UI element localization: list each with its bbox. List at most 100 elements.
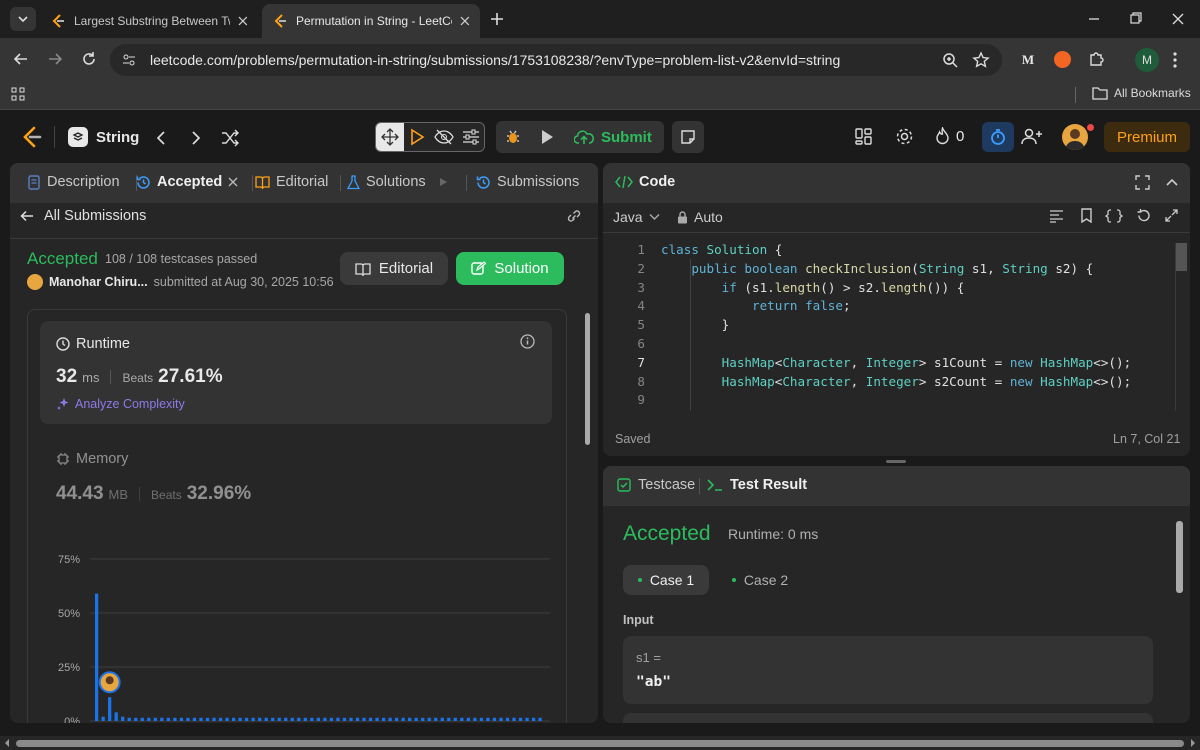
chart-bar[interactable]: [192, 717, 197, 721]
chart-bar[interactable]: [205, 717, 210, 721]
chart-bar[interactable]: [388, 717, 392, 721]
chart-bar[interactable]: [466, 717, 470, 721]
chart-bar[interactable]: [427, 717, 431, 721]
problem-list-button[interactable]: String: [68, 127, 139, 147]
chart-bar[interactable]: [121, 716, 125, 721]
chart-bar[interactable]: [505, 717, 510, 721]
restore-button[interactable]: [1122, 10, 1150, 28]
tab-test-result[interactable]: Test Result: [707, 477, 807, 493]
tab-search-button[interactable]: [10, 7, 36, 31]
debug-button[interactable]: [496, 128, 530, 146]
zoom-icon[interactable]: [942, 52, 958, 68]
tab-description[interactable]: Description: [28, 174, 120, 190]
chart-bar[interactable]: [258, 717, 262, 721]
mode-select[interactable]: Auto: [677, 209, 723, 225]
chart-bar[interactable]: [179, 717, 184, 721]
scroll-right-icon[interactable]: [1190, 739, 1196, 747]
chart-bar[interactable]: [538, 717, 542, 721]
chart-bar[interactable]: [264, 717, 268, 721]
chart-bar[interactable]: [434, 717, 438, 721]
chart-bar[interactable]: [245, 717, 249, 721]
chart-bar[interactable]: [531, 717, 536, 721]
chart-bar[interactable]: [492, 717, 497, 721]
chart-bar[interactable]: [395, 717, 399, 721]
add-friend-icon[interactable]: [1021, 127, 1043, 145]
chart-bar[interactable]: [486, 717, 490, 721]
scroll-left-icon[interactable]: [4, 739, 10, 747]
chart-bar[interactable]: [277, 717, 281, 721]
chart-bar[interactable]: [166, 717, 170, 721]
chart-bar[interactable]: [323, 717, 327, 721]
chart-bar[interactable]: [134, 717, 138, 721]
user-avatar[interactable]: [1062, 124, 1088, 150]
runtime-card[interactable]: Runtime 32 ms Beats 27.61% Analyze Compl…: [40, 321, 552, 424]
language-select[interactable]: Java: [613, 209, 660, 225]
chart-bar[interactable]: [95, 593, 99, 721]
submit-button[interactable]: Submit: [564, 121, 664, 153]
profile-avatar[interactable]: M: [1135, 48, 1159, 72]
chart-bar[interactable]: [186, 717, 190, 721]
apps-grid-icon[interactable]: [11, 87, 25, 101]
all-bookmarks-button[interactable]: All Bookmarks: [1092, 86, 1191, 100]
layout-grid-icon[interactable]: [855, 128, 872, 145]
star-icon[interactable]: [972, 51, 990, 69]
browser-tab-permutation[interactable]: Permutation in String - LeetCod: [262, 4, 480, 38]
analyze-complexity-link[interactable]: Analyze Complexity: [56, 397, 185, 411]
code-editor[interactable]: 1 2 3 4 5 6 7 8 9 class Solution { public boolea…: [603, 241, 1178, 411]
close-icon[interactable]: [238, 16, 248, 26]
chart-bar[interactable]: [414, 717, 418, 721]
chart-bar[interactable]: [355, 717, 360, 721]
tab-submissions[interactable]: Submissions: [476, 174, 579, 190]
chart-bar[interactable]: [284, 717, 288, 721]
memory-card[interactable]: Memory 44.43 MB Beats 32.96%: [40, 441, 552, 511]
chart-bar[interactable]: [499, 717, 503, 721]
chevron-up-icon[interactable]: [1165, 176, 1179, 188]
forward-arrow-icon[interactable]: [46, 50, 64, 68]
chart-bar[interactable]: [290, 717, 294, 721]
chart-bar[interactable]: [453, 717, 457, 721]
chart-bar[interactable]: [447, 717, 451, 721]
chart-bar[interactable]: [336, 717, 340, 721]
chart-bar[interactable]: [525, 717, 529, 721]
chart-bar[interactable]: [362, 717, 366, 721]
extension-orange[interactable]: [1054, 51, 1071, 68]
chart-bar[interactable]: [238, 717, 242, 721]
kebab-menu-icon[interactable]: [1172, 50, 1178, 70]
tab-solutions[interactable]: Solutions: [347, 174, 448, 190]
puzzle-icon[interactable]: [1087, 50, 1106, 69]
tab-testcase[interactable]: Testcase: [617, 477, 695, 493]
chart-bar[interactable]: [199, 717, 203, 721]
prev-problem-icon[interactable]: [155, 130, 167, 146]
braces-icon[interactable]: [1105, 209, 1123, 223]
chart-bar[interactable]: [518, 717, 523, 721]
run-layout-button[interactable]: [404, 128, 431, 146]
chart-bar[interactable]: [408, 717, 412, 721]
solution-button[interactable]: Solution: [456, 252, 564, 285]
extension-medium[interactable]: M: [1018, 50, 1038, 70]
chart-bar[interactable]: [127, 717, 131, 721]
chart-bar[interactable]: [160, 717, 164, 721]
chart-bar[interactable]: [147, 717, 151, 721]
expand-icon[interactable]: [1165, 209, 1178, 222]
chart-bar[interactable]: [231, 717, 236, 721]
chart-bar[interactable]: [218, 717, 223, 721]
leetcode-logo-icon[interactable]: [22, 126, 42, 148]
chart-bar[interactable]: [375, 717, 379, 721]
chart-bar[interactable]: [473, 717, 477, 721]
submitter-name[interactable]: Manohar Chiru...: [49, 275, 148, 289]
browser-tab-largest-substring[interactable]: Largest Substring Between Two: [40, 4, 258, 38]
gear-icon[interactable]: [895, 127, 914, 146]
chart-bar[interactable]: [310, 717, 314, 721]
chart-bar[interactable]: [329, 717, 334, 721]
left-scrollbar[interactable]: [585, 313, 590, 445]
testresult-scrollbar[interactable]: [1176, 521, 1183, 593]
shuffle-icon[interactable]: [220, 129, 240, 147]
vertical-resize-handle[interactable]: [886, 460, 906, 463]
case-1-tab[interactable]: Case 1: [623, 565, 709, 595]
drag-handle-button[interactable]: [376, 123, 404, 151]
chart-bar[interactable]: [303, 717, 307, 721]
close-icon[interactable]: [460, 16, 470, 26]
chart-bar[interactable]: [212, 717, 216, 721]
tab-accepted[interactable]: Accepted: [136, 174, 238, 190]
back-to-submissions[interactable]: All Submissions: [20, 208, 146, 224]
